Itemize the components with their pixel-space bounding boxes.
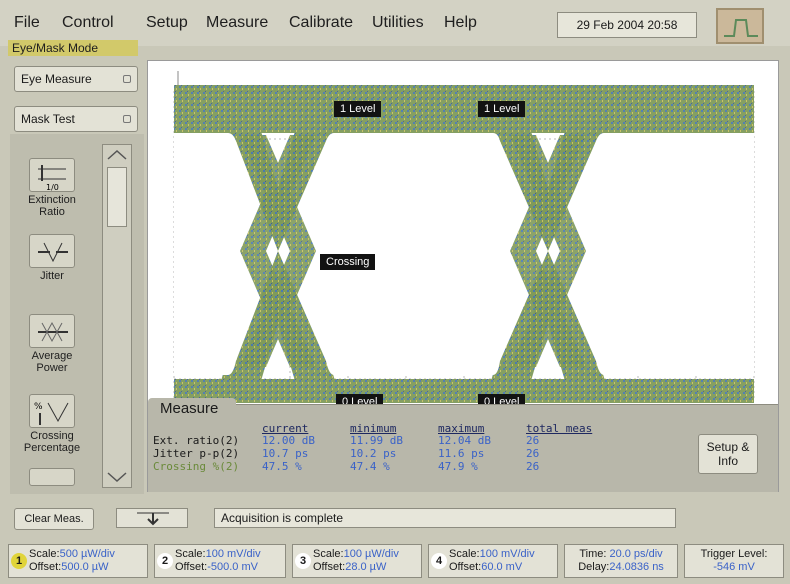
row-label: Ext. ratio(2): [153, 434, 240, 447]
jitter-label: Jitter: [40, 270, 64, 282]
average-power-button[interactable]: Average Power: [16, 314, 88, 374]
scale-value: 100 mV/div: [479, 548, 535, 560]
measure-tab[interactable]: Measure: [148, 398, 236, 420]
channel-number: 4: [431, 553, 447, 569]
eye-measure-label: Eye Measure: [21, 72, 92, 86]
scale-value: 500 µW/div: [59, 548, 115, 560]
extinction-ratio-label: Extinction Ratio: [28, 194, 76, 218]
time-value: 20.0 ps/div: [609, 548, 663, 560]
row-maximum: 47.9 %: [438, 460, 478, 473]
delay-label: Delay:: [578, 561, 610, 573]
scale-label: Scale:: [175, 548, 206, 560]
more-measure-button[interactable]: [16, 468, 88, 488]
status-bar: Acquisition is complete: [214, 508, 676, 528]
eye-mask-mode-tab[interactable]: Eye/Mask Mode: [8, 40, 138, 56]
menu-calibrate[interactable]: Calibrate: [289, 14, 353, 32]
time-label: Time:: [579, 548, 607, 560]
scroll-up-icon[interactable]: [106, 149, 128, 161]
offset-label: Offset:: [449, 561, 482, 573]
scope-mode-button[interactable]: [716, 8, 764, 44]
scale-label: Scale:: [313, 548, 344, 560]
menu-file[interactable]: File: [14, 14, 40, 32]
scale-value: 100 µW/div: [343, 548, 399, 560]
level1-marker-left: 1 Level: [334, 101, 382, 117]
mask-test-label: Mask Test: [21, 112, 75, 126]
row-minimum: 47.4 %: [350, 460, 390, 473]
menu-utilities[interactable]: Utilities: [372, 14, 424, 32]
crossing-marker: Crossing: [320, 254, 376, 270]
filter-icon: [29, 468, 75, 486]
extinction-ratio-button[interactable]: 1/0 Extinction Ratio: [16, 158, 88, 218]
trigger-value: -546 mV: [713, 561, 755, 573]
eye-measure-button[interactable]: Eye Measure: [14, 66, 138, 92]
channel-number: 2: [157, 553, 173, 569]
menu-setup[interactable]: Setup: [146, 14, 188, 32]
row-total: 26: [526, 447, 540, 460]
jitter-icon: [29, 234, 75, 268]
row-label: Jitter p-p(2): [153, 447, 240, 460]
extinction-ratio-icon: 1/0: [29, 158, 75, 192]
offset-value: 500.0 µW: [61, 561, 109, 573]
row-total: 26: [526, 460, 540, 473]
menu-help[interactable]: Help: [444, 14, 477, 32]
offset-value: -500.0 mV: [207, 561, 258, 573]
offset-label: Offset:: [175, 561, 208, 573]
scroll-thumb[interactable]: [107, 167, 127, 227]
row-current: 12.00 dB: [262, 434, 315, 447]
svg-text:1/0: 1/0: [46, 183, 59, 192]
row-current: 47.5 %: [262, 460, 302, 473]
offset-label: Offset:: [313, 561, 346, 573]
level1-marker-right: 1 Level: [478, 101, 526, 117]
menu-measure[interactable]: Measure: [206, 14, 268, 32]
channel-number: 3: [295, 553, 311, 569]
jitter-button[interactable]: Jitter: [16, 234, 88, 282]
offset-value: 28.0 µW: [345, 561, 387, 573]
scale-label: Scale:: [29, 548, 60, 560]
row-total: 26: [526, 434, 540, 447]
channel-4-settings[interactable]: 4 Scale:100 mV/div Offset:60.0 mV: [428, 544, 558, 578]
svg-text:%: %: [34, 402, 43, 412]
dropdown-icon: [123, 75, 131, 83]
average-power-label: Average Power: [31, 350, 73, 374]
trigger-settings[interactable]: Trigger Level: -546 mV: [684, 544, 784, 578]
date-time-display: 29 Feb 2004 20:58: [557, 12, 697, 38]
menu-control[interactable]: Control: [62, 14, 114, 32]
expand-button[interactable]: [116, 508, 188, 528]
row-maximum: 12.04 dB: [438, 434, 491, 447]
trigger-label: Trigger Level:: [700, 548, 768, 560]
row-current: 10.7 ps: [262, 447, 309, 460]
mask-test-button[interactable]: Mask Test: [14, 106, 138, 132]
scale-value: 100 mV/div: [205, 548, 261, 560]
offset-value: 60.0 mV: [481, 561, 523, 573]
channel-number: 1: [11, 553, 27, 569]
row-maximum: 11.6 ps: [438, 447, 485, 460]
timebase-settings[interactable]: Time: 20.0 ps/div Delay:24.0836 ns: [564, 544, 678, 578]
row-label: Crossing %(2): [153, 460, 240, 473]
channel-3-settings[interactable]: 3 Scale:100 µW/div Offset:28.0 µW: [292, 544, 422, 578]
channel-1-settings[interactable]: 1 Scale:500 µW/div Offset:500.0 µW: [8, 544, 148, 578]
scale-label: Scale:: [449, 548, 480, 560]
row-minimum: 10.2 ps: [350, 447, 397, 460]
measure-scrollbar[interactable]: [102, 144, 132, 488]
crossing-percentage-icon: %: [29, 394, 75, 428]
average-power-icon: [29, 314, 75, 348]
delay-value: 24.0836 ns: [609, 561, 664, 573]
waveform-icon: [724, 19, 758, 37]
channel-2-settings[interactable]: 2 Scale:100 mV/div Offset:-500.0 mV: [154, 544, 286, 578]
offset-label: Offset:: [29, 561, 62, 573]
row-minimum: 11.99 dB: [350, 434, 403, 447]
down-arrow-icon: [137, 512, 169, 526]
setup-info-button[interactable]: Setup & Info: [698, 434, 758, 474]
clear-meas-button[interactable]: Clear Meas.: [14, 508, 94, 530]
dropdown-icon: [123, 115, 131, 123]
crossing-percentage-label: Crossing Percentage: [23, 430, 81, 454]
crossing-percentage-button[interactable]: % Crossing Percentage: [16, 394, 88, 454]
scroll-down-icon[interactable]: [106, 471, 128, 483]
